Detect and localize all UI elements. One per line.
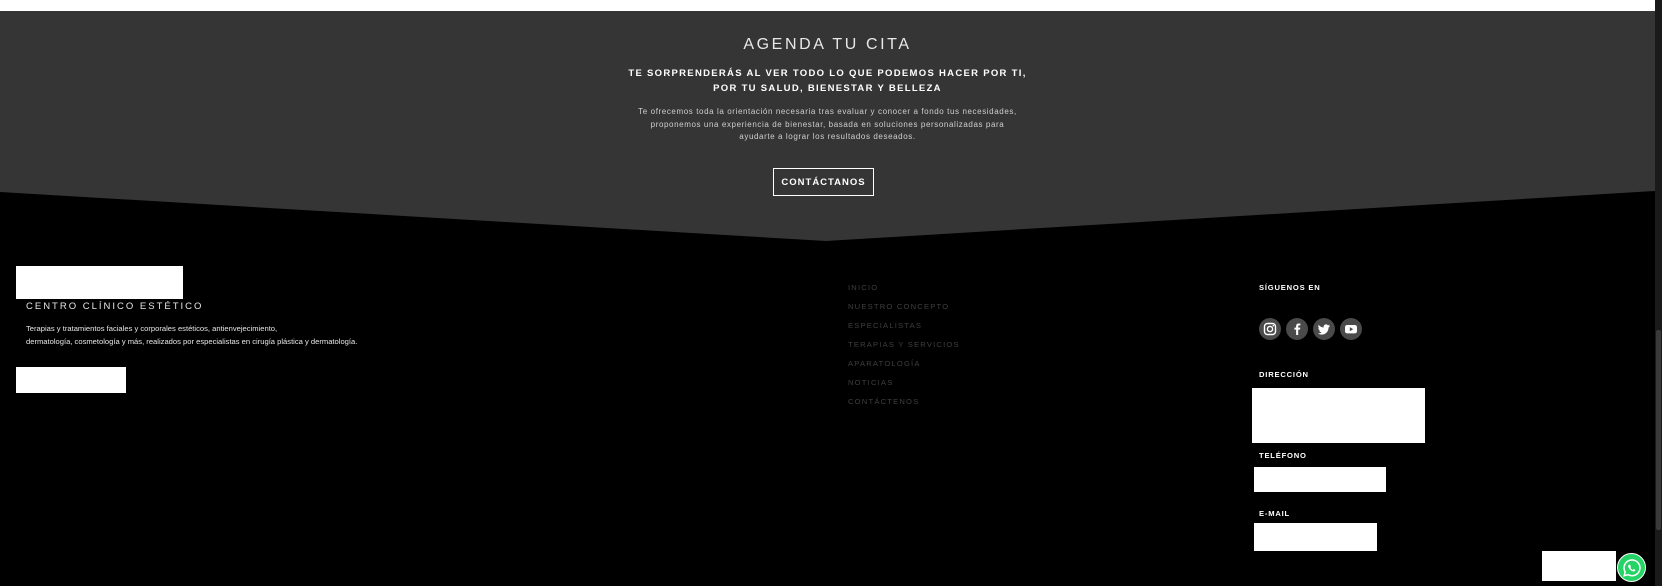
footer-badge-image <box>16 367 126 393</box>
footer-nav-especialistas[interactable]: ESPECIALISTAS <box>848 321 960 340</box>
twitter-icon[interactable] <box>1313 318 1335 340</box>
scrollbar-thumb[interactable] <box>1656 330 1661 530</box>
page-scrollbar[interactable] <box>1655 0 1662 586</box>
footer-nav-noticias[interactable]: NOTICIAS <box>848 378 960 397</box>
footer-nav: INICIO NUESTRO CONCEPTO ESPECIALISTAS TE… <box>848 283 960 416</box>
brand-description: Terapias y tratamientos faciales y corpo… <box>26 322 357 348</box>
cta-subtitle-line: TE SORPRENDERÁS AL VER TODO LO QUE PODEM… <box>628 68 1027 79</box>
address-value <box>1252 388 1425 443</box>
brand-description-line: dermatología, cosmetología y más, realiz… <box>26 337 358 346</box>
cta-title: AGENDA TU CITA <box>743 36 912 53</box>
phone-value[interactable] <box>1254 467 1386 492</box>
logo-image[interactable] <box>16 266 183 299</box>
cta-description-line: proponemos una experiencia de bienestar,… <box>650 119 1005 129</box>
brand-description-line: Terapias y tratamientos faciales y corpo… <box>26 324 278 333</box>
cta-subtitle: TE SORPRENDERÁS AL VER TODO LO QUE PODEM… <box>0 66 1655 96</box>
follow-heading: SÍGUENOS EN <box>1259 283 1321 292</box>
address-heading: DIRECCIÓN <box>1259 370 1309 379</box>
youtube-icon[interactable] <box>1340 318 1362 340</box>
footer-nav-aparatologia[interactable]: APARATOLOGÍA <box>848 359 960 378</box>
top-white-strip <box>0 0 1655 11</box>
contact-button[interactable]: CONTÁCTANOS <box>773 168 874 196</box>
facebook-icon[interactable] <box>1286 318 1308 340</box>
phone-heading: TELÉFONO <box>1259 451 1307 460</box>
cta-description-line: ayudarte a lograr los resultados deseado… <box>739 132 916 141</box>
email-heading: E-MAIL <box>1259 509 1290 518</box>
brand-tagline: CENTRO CLÍNICO ESTÉTICO <box>26 301 204 312</box>
cta-description-line: Te ofrecemos toda la orientación necesar… <box>638 107 1017 116</box>
footer-nav-inicio[interactable]: INICIO <box>848 283 960 302</box>
footer-nav-nuestro-concepto[interactable]: NUESTRO CONCEPTO <box>848 302 960 321</box>
cta-subtitle-line: POR TU SALUD, BIENESTAR Y BELLEZA <box>713 83 942 94</box>
instagram-icon[interactable] <box>1259 318 1281 340</box>
footer-nav-contactenos[interactable]: CONTÁCTENOS <box>848 397 960 416</box>
whatsapp-icon[interactable] <box>1617 553 1646 582</box>
cta-description: Te ofrecemos toda la orientación necesar… <box>0 106 1655 144</box>
email-value[interactable] <box>1254 523 1377 551</box>
chat-widget-label[interactable] <box>1542 551 1616 581</box>
footer-nav-terapias-y-servicios[interactable]: TERAPIAS Y SERVICIOS <box>848 340 960 359</box>
